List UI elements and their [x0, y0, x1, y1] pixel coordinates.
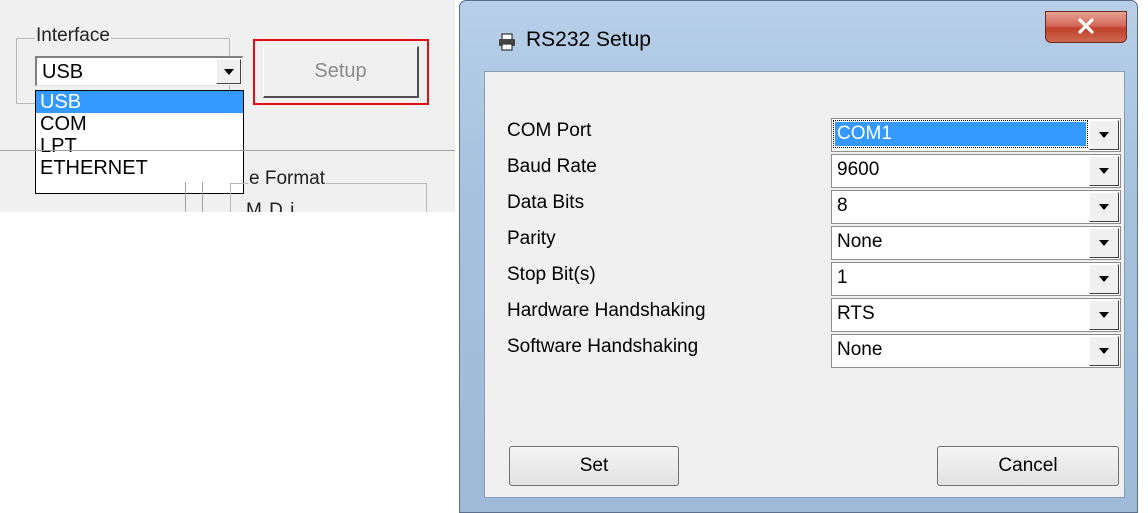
- stop-bits-select[interactable]: 1: [831, 262, 1121, 296]
- chevron-down-icon[interactable]: [1089, 156, 1119, 186]
- chevron-down-icon[interactable]: [1089, 336, 1119, 366]
- data-bits-select[interactable]: 8: [831, 190, 1121, 224]
- baud-rate-value: 9600: [837, 159, 880, 180]
- interface-option-usb[interactable]: USB: [36, 91, 243, 113]
- chevron-down-icon[interactable]: [1089, 264, 1119, 294]
- baud-rate-label: Baud Rate: [507, 156, 597, 177]
- parity-value: None: [837, 231, 883, 252]
- interface-dropdown-list[interactable]: USB COM LPT ETHERNET: [35, 90, 244, 194]
- com-port-select[interactable]: COM1: [831, 118, 1121, 152]
- close-button[interactable]: [1045, 11, 1127, 43]
- hardware-handshaking-value: RTS: [837, 303, 875, 324]
- data-bits-value: 8: [837, 195, 848, 216]
- data-bits-label: Data Bits: [507, 192, 585, 213]
- hardware-handshaking-label: Hardware Handshaking: [507, 300, 706, 321]
- com-port-label: COM Port: [507, 120, 592, 141]
- software-handshaking-label: Software Handshaking: [507, 336, 699, 357]
- hardware-handshaking-select[interactable]: RTS: [831, 298, 1121, 332]
- divider: [0, 150, 455, 151]
- interface-panel: Interface USB USB COM LPT ETHERNET Setup…: [0, 0, 455, 212]
- parity-label: Parity: [507, 228, 556, 249]
- interface-option-com[interactable]: COM: [36, 113, 243, 135]
- interface-combobox[interactable]: USB: [35, 56, 243, 86]
- format-sub-label: M D i: [246, 200, 296, 212]
- chevron-down-icon[interactable]: [1089, 228, 1119, 258]
- interface-combobox-value: USB: [42, 61, 84, 83]
- set-button[interactable]: Set: [509, 446, 679, 486]
- chevron-down-icon[interactable]: [1089, 192, 1119, 222]
- interface-label: Interface: [35, 25, 111, 46]
- chevron-down-icon[interactable]: [1089, 120, 1119, 150]
- format-label: e Format: [248, 168, 327, 190]
- panel-divider: [185, 182, 203, 212]
- parity-select[interactable]: None: [831, 226, 1121, 260]
- close-icon: [1078, 18, 1094, 34]
- interface-option-lpt[interactable]: LPT: [36, 135, 243, 157]
- rs232-setup-dialog: RS232 Setup COM Port COM1 Baud Rate 9600…: [459, 0, 1138, 513]
- dialog-title: RS232 Setup: [526, 28, 651, 51]
- dialog-client-area: COM Port COM1 Baud Rate 9600 Data Bits 8…: [484, 71, 1125, 498]
- cancel-button[interactable]: Cancel: [937, 446, 1119, 486]
- printer-icon: [499, 33, 515, 51]
- stop-bits-label: Stop Bit(s): [507, 264, 596, 285]
- setup-button[interactable]: Setup: [263, 46, 419, 98]
- software-handshaking-value: None: [837, 339, 883, 360]
- baud-rate-select[interactable]: 9600: [831, 154, 1121, 188]
- software-handshaking-select[interactable]: None: [831, 334, 1121, 368]
- chevron-down-icon[interactable]: [216, 59, 241, 84]
- stop-bits-value: 1: [837, 267, 848, 288]
- interface-option-ethernet[interactable]: ETHERNET: [36, 157, 243, 179]
- com-port-value: COM1: [833, 120, 1088, 148]
- chevron-down-icon[interactable]: [1089, 300, 1119, 330]
